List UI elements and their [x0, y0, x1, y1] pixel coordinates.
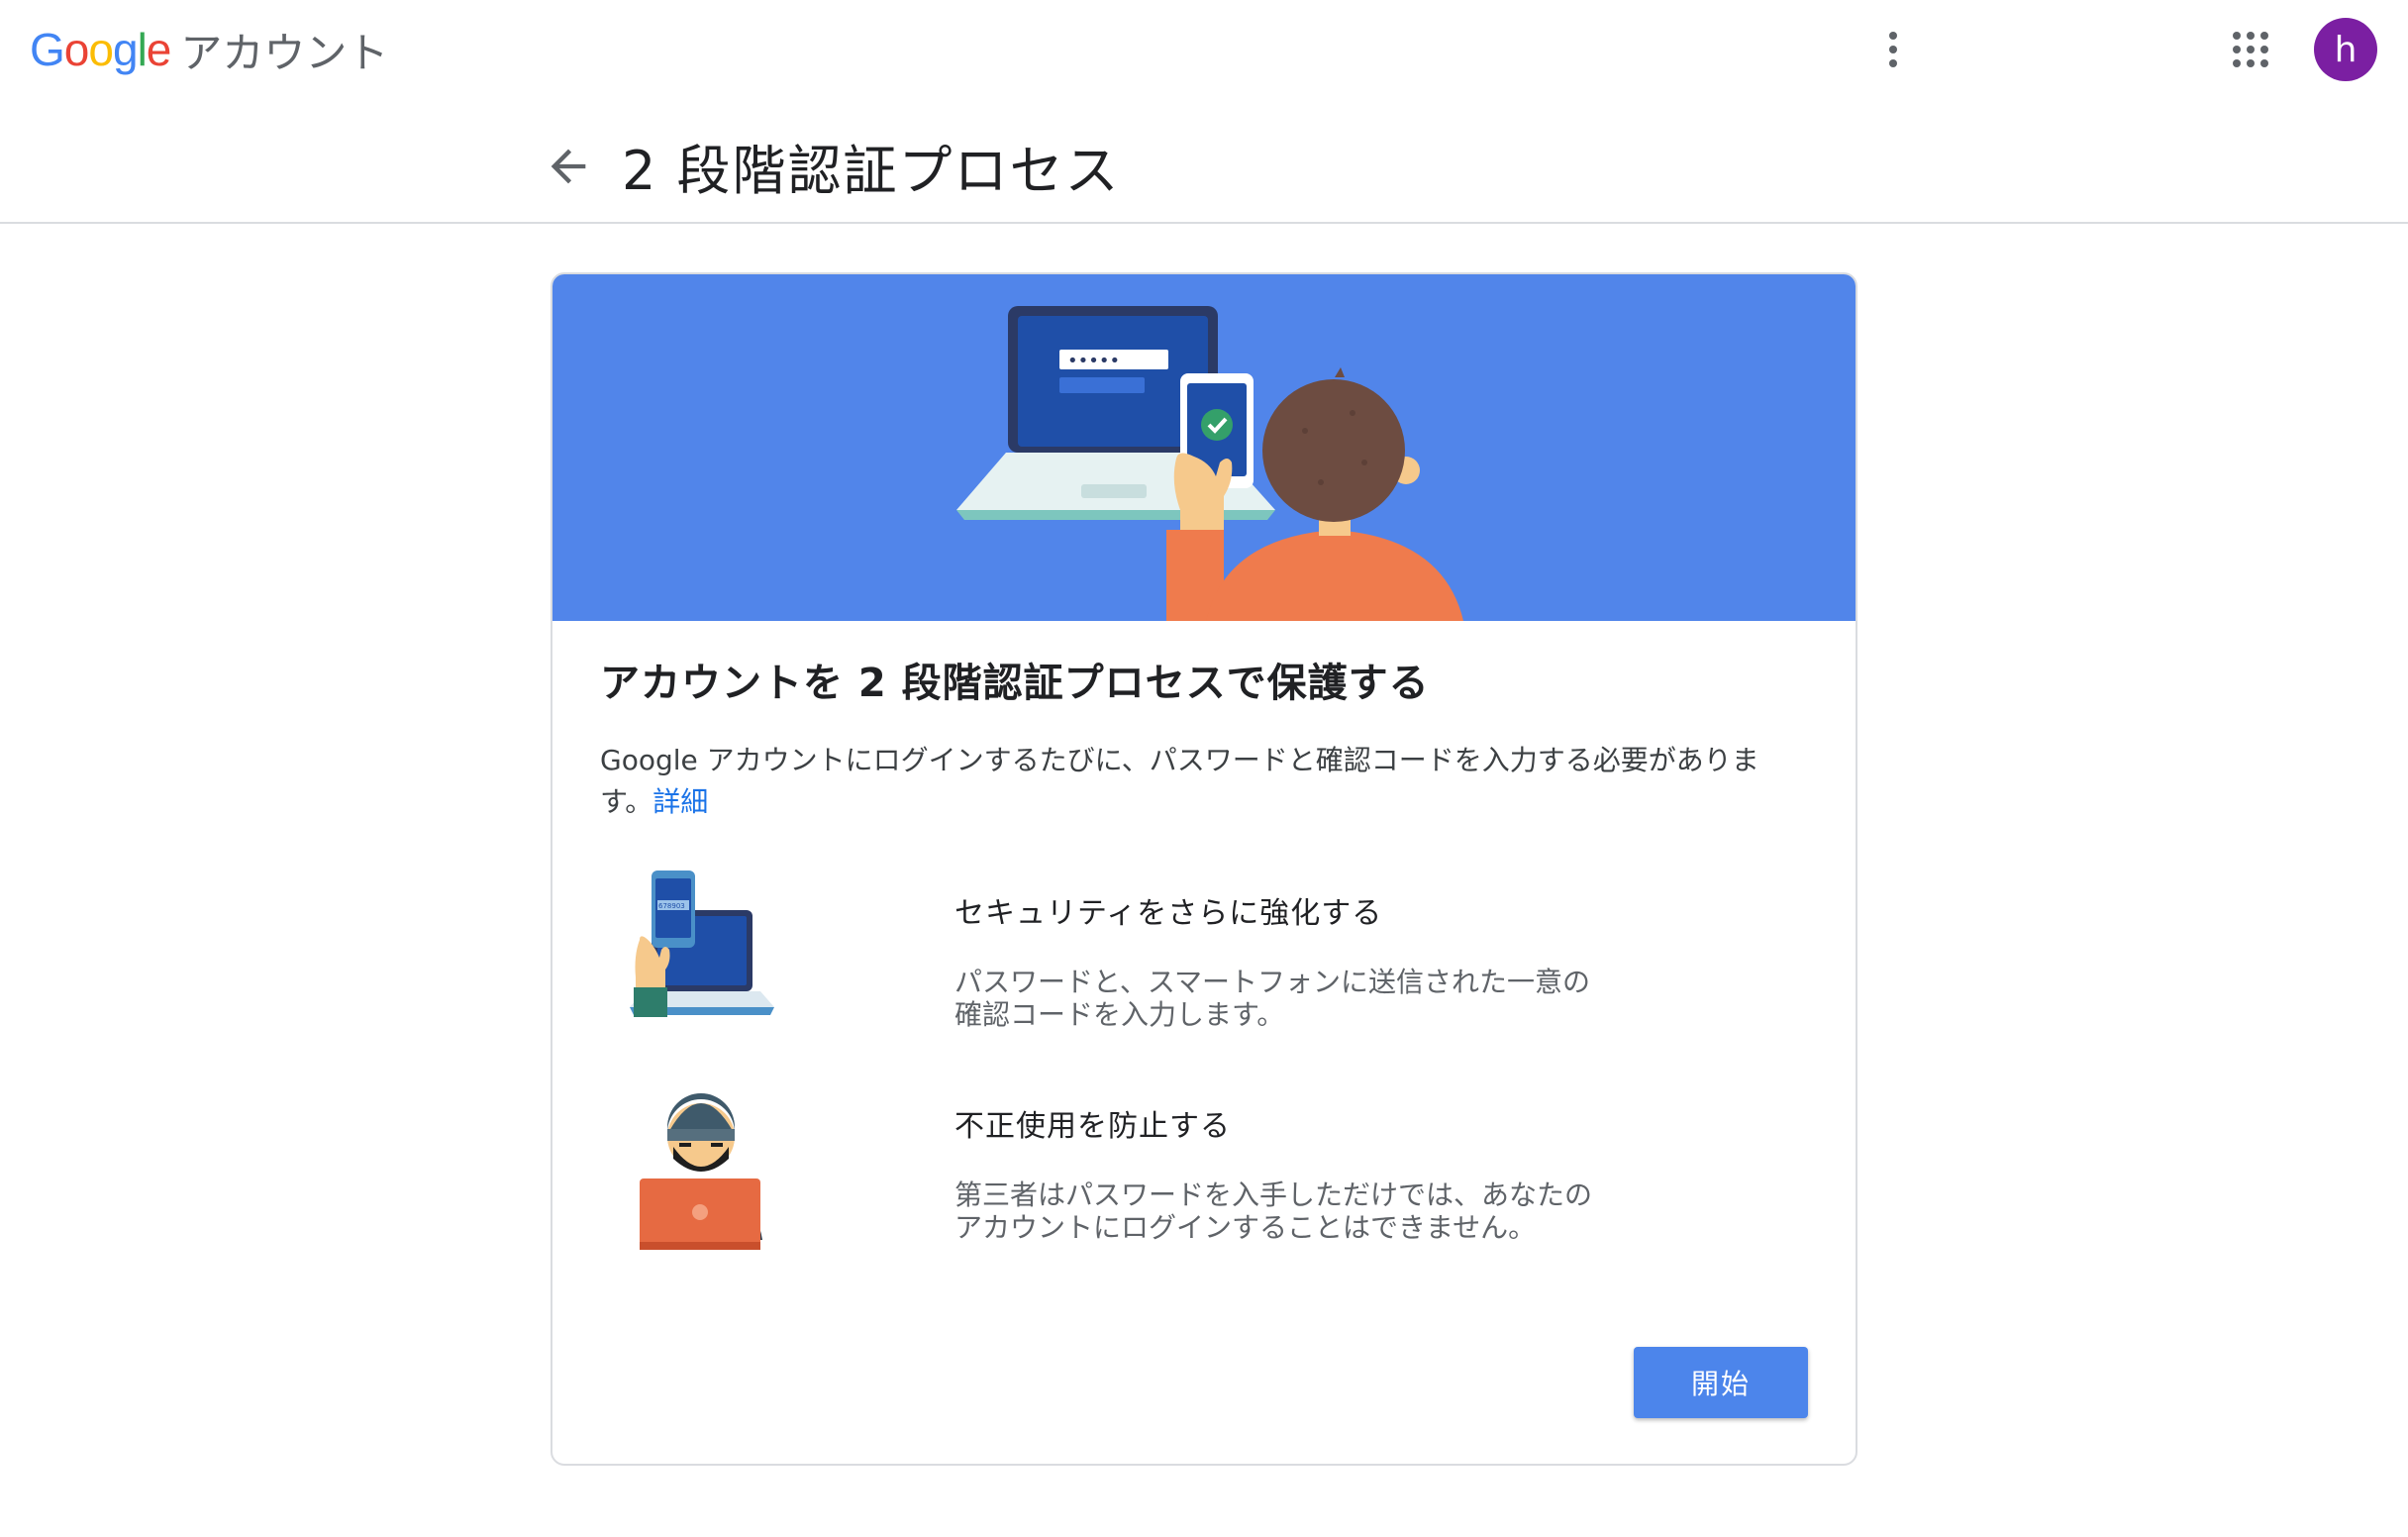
two-step-verification-card: ••••• アカウントを 2 段階認証プロセスで保護する Google アカウン… — [551, 272, 1857, 1466]
hero-password-mask: ••••• — [1067, 351, 1120, 371]
thief-laptop-icon — [640, 1093, 762, 1250]
feature-description: パスワードと、スマートフォンに送信された一意の 確認コードを入力します。 — [954, 966, 1667, 1031]
dot — [1889, 32, 1897, 40]
laptop-phone-person-illustration: ••••• — [956, 306, 1463, 621]
back-arrow-icon[interactable] — [543, 141, 594, 192]
dot — [1889, 59, 1897, 67]
logo-letter: l — [137, 24, 148, 75]
product-name: アカウント — [180, 28, 389, 77]
more-options-icon[interactable] — [1873, 22, 1913, 77]
feature-security: 678903 セキュリティをさらに強化する パスワードと、スマートフォンに送信さ… — [600, 869, 1788, 1067]
logo-letter: e — [146, 24, 172, 75]
google-account-logo[interactable]: Google アカウント — [30, 22, 388, 77]
logo-letter: G — [30, 24, 65, 75]
phone-laptop-icon: 678903 — [630, 871, 774, 1017]
google-wordmark: Google — [30, 23, 172, 76]
logo-letter: o — [63, 24, 90, 75]
learn-more-link[interactable]: 詳細 — [652, 785, 708, 818]
description-line: 第三者はパスワードを入手しただけでは、あなたの — [954, 1178, 1593, 1211]
page-header: 2 段階認証プロセス — [0, 99, 2408, 224]
description-text: Google アカウントにログインするたびに、パスワードと確認コードを入力する必… — [600, 744, 1759, 818]
logo-letter: o — [88, 24, 114, 75]
feature-description: 第三者はパスワードを入手しただけでは、あなたの アカウントにログインすることはで… — [954, 1178, 1667, 1244]
feature-title: 不正使用を防止する — [954, 1109, 1231, 1144]
card-title: アカウントを 2 段階認証プロセスで保護する — [600, 661, 1430, 706]
logo-letter: g — [112, 24, 139, 75]
description-line: 確認コードを入力します。 — [954, 998, 1285, 1031]
feature-title: セキュリティをさらに強化する — [954, 896, 1383, 931]
verification-code: 678903 — [658, 902, 685, 910]
dot — [1889, 46, 1897, 53]
description-line: アカウントにログインすることはできません。 — [954, 1211, 1537, 1244]
description-line: パスワードと、スマートフォンに送信された一意の — [954, 966, 1591, 998]
feature-prevent-misuse: 不正使用を防止する 第三者はパスワードを入手しただけでは、あなたの アカウントに… — [600, 1081, 1788, 1280]
account-avatar[interactable]: h — [2314, 18, 2377, 81]
page-title: 2 段階認証プロセス — [622, 140, 1121, 202]
top-app-bar: Google アカウント h — [0, 0, 2408, 99]
google-apps-icon[interactable] — [2233, 32, 2268, 67]
hero-banner: ••••• — [552, 274, 1856, 621]
card-description: Google アカウントにログインするたびに、パスワードと確認コードを入力する必… — [600, 740, 1808, 823]
start-button[interactable]: 開始 — [1634, 1347, 1808, 1418]
